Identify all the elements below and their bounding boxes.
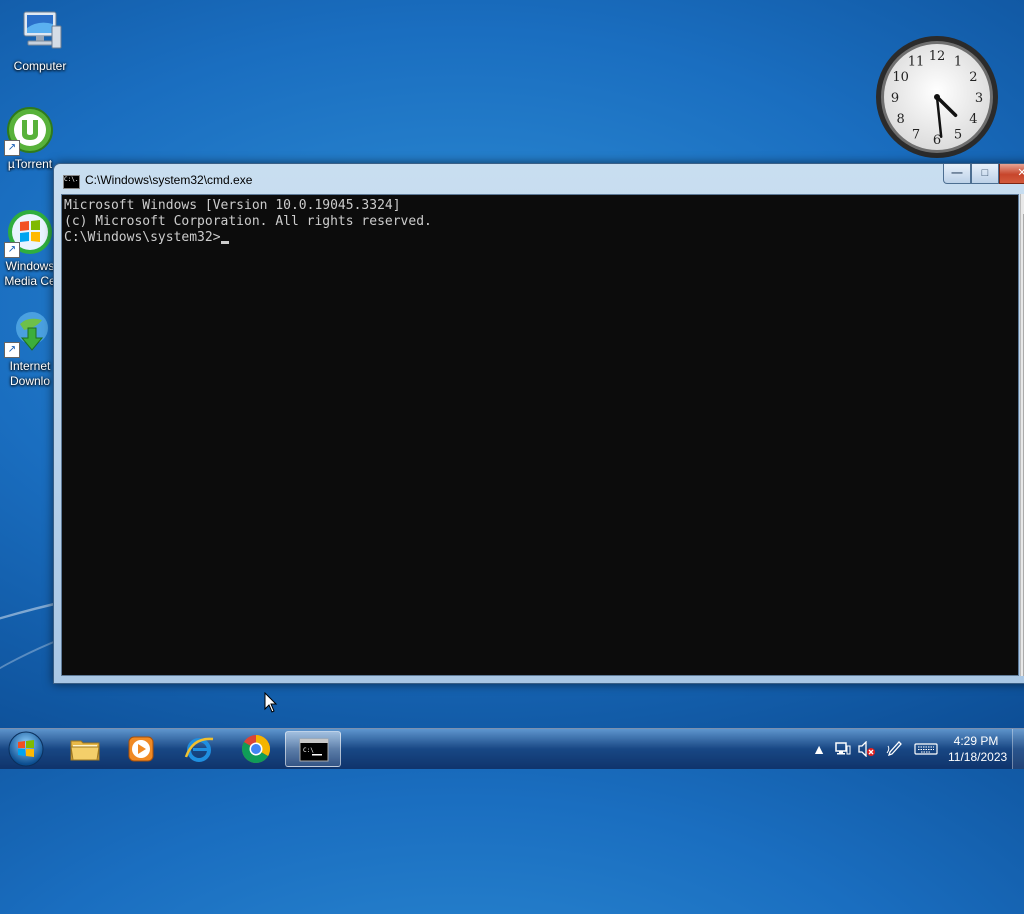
clock-number: 11 (908, 55, 925, 70)
window-controls: — □ ✕ (943, 164, 1024, 184)
desktop-icon-internet-download-manager[interactable]: ↗ Internet Downlo (0, 308, 60, 389)
taskbar-date: 11/18/2023 (948, 750, 1008, 764)
minimize-button[interactable]: — (943, 164, 971, 184)
shortcut-arrow-icon: ↗ (4, 242, 20, 258)
desktop-icon-windows-media-center[interactable]: ↗ Windows Media Ce (0, 208, 60, 289)
desktop-icon-utorrent[interactable]: ↗ µTorrent (0, 106, 60, 172)
start-button[interactable] (6, 730, 46, 768)
cmd-icon: C:\. (63, 175, 80, 189)
window-titlebar[interactable]: C:\. C:\Windows\system32\cmd.exe — □ ✕ (54, 164, 1024, 194)
clock-number: 1 (954, 55, 962, 70)
text-cursor (220, 241, 229, 244)
clock-number: 7 (912, 127, 920, 142)
shortcut-arrow-icon: ↗ (4, 140, 20, 156)
chrome-icon (240, 733, 272, 765)
clock-number: 10 (892, 70, 909, 85)
svg-text:C:\: C:\ (303, 747, 314, 754)
taskbar-time: 4:29 PM (953, 734, 999, 748)
show-desktop-button[interactable] (1012, 729, 1024, 769)
taskbar-internet-explorer[interactable] (171, 731, 227, 767)
ie-icon (183, 733, 215, 765)
taskbar-windows-media-player[interactable] (113, 731, 169, 767)
desktop-icon-label: Computer (13, 59, 67, 73)
windows-media-center-icon: ↗ (4, 208, 54, 258)
close-button[interactable]: ✕ (999, 164, 1024, 184)
console-line: Microsoft Windows [Version 10.0.19045.33… (64, 198, 401, 213)
console-prompt: C:\Windows\system32> (64, 230, 221, 245)
desktop-icon-label: µTorrent (7, 157, 53, 171)
computer-icon (16, 8, 64, 56)
cmd-icon: C:\ (298, 734, 330, 766)
console-output[interactable]: Microsoft Windows [Version 10.0.19045.33… (61, 194, 1019, 676)
clock-number: 4 (969, 112, 977, 127)
desktop-icon-label: Internet Downlo (9, 359, 51, 388)
taskbar-clock[interactable]: 4:29 PM 11/18/2023 (948, 733, 1008, 765)
shortcut-arrow-icon: ↗ (4, 342, 20, 358)
clock-number: 9 (891, 91, 899, 106)
utorrent-icon: ↗ (4, 106, 54, 156)
clock-number: 3 (975, 91, 983, 106)
taskbar-windows-explorer[interactable] (57, 731, 113, 767)
clock-number: 12 (929, 49, 946, 64)
network-icon[interactable] (834, 741, 852, 757)
keyboard-icon[interactable] (914, 741, 938, 757)
clock-number: 5 (954, 127, 962, 142)
volume-muted-icon[interactable] (858, 740, 876, 758)
media-player-icon (125, 733, 157, 765)
taskbar: C:\ ▲ 4:29 PM 11/18/2023 (0, 728, 1024, 769)
taskbar-google-chrome[interactable] (228, 731, 284, 767)
console-prompt-line: C:\Windows\system32> (64, 230, 1016, 246)
mouse-pointer-icon (264, 691, 278, 719)
window-title: C:\Windows\system32\cmd.exe (85, 173, 253, 187)
maximize-button[interactable]: □ (971, 164, 999, 184)
cmd-window[interactable]: C:\. C:\Windows\system32\cmd.exe — □ ✕ M… (53, 163, 1024, 684)
folder-icon (69, 733, 101, 765)
desktop-icon-label: Windows Media Ce (4, 259, 56, 288)
pen-input-icon[interactable] (886, 741, 904, 757)
vertical-scrollbar[interactable]: ▲ (1020, 194, 1024, 676)
internet-download-manager-icon: ↗ (4, 308, 54, 358)
desktop-icon-computer[interactable]: Computer (0, 8, 80, 74)
taskbar-command-prompt[interactable]: C:\ (285, 731, 341, 767)
clock-number: 2 (969, 70, 977, 85)
show-hidden-icons-arrow[interactable]: ▲ (810, 741, 828, 757)
clock-number: 8 (896, 112, 904, 127)
clock-gadget[interactable]: 12 1 2 3 4 5 6 7 8 9 10 11 (874, 34, 1000, 160)
console-line: (c) Microsoft Corporation. All rights re… (64, 214, 432, 229)
